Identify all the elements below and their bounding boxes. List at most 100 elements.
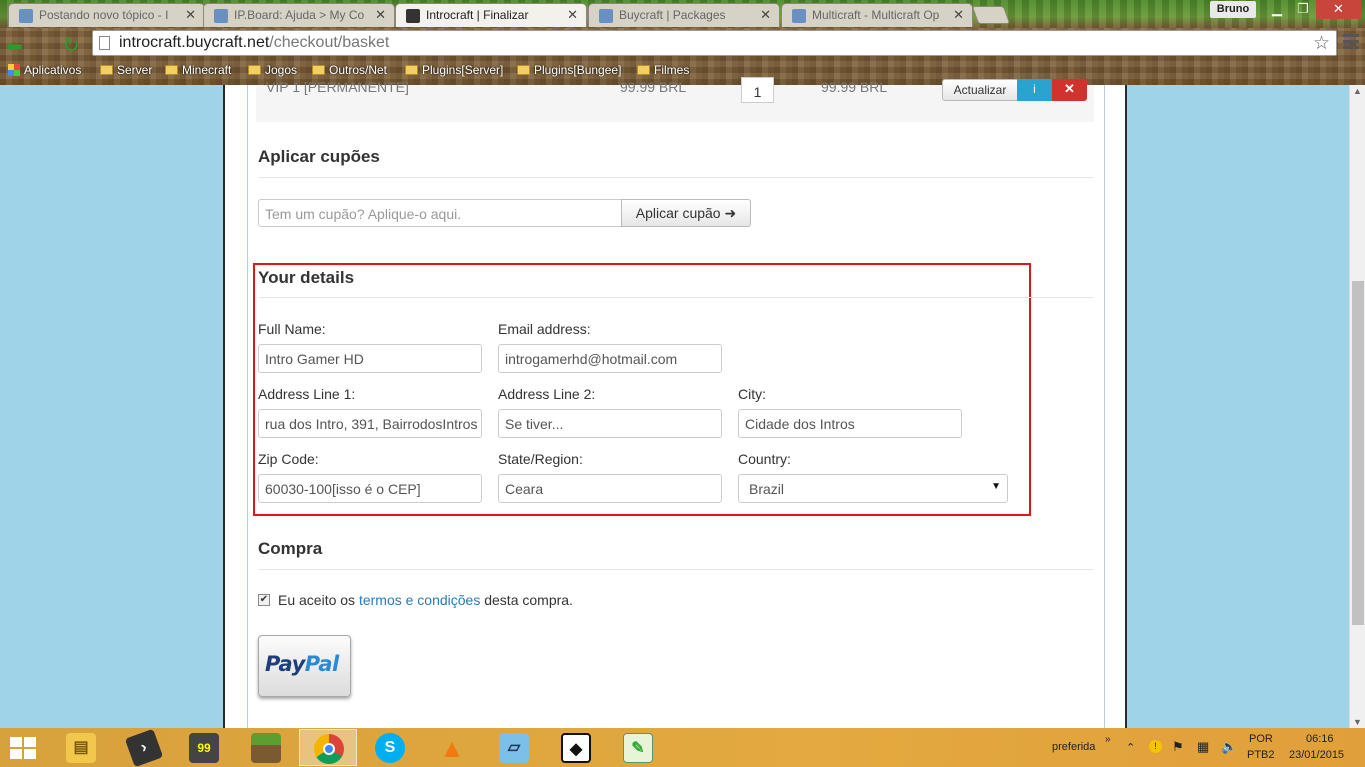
city-label: City: [738, 386, 766, 402]
terms-link[interactable]: termos e condições [359, 592, 480, 608]
remove-icon: ✕ [1064, 81, 1075, 96]
vlc-cone-icon: ▲ [439, 733, 465, 763]
clock-date[interactable]: 23/01/2015 [1289, 749, 1344, 761]
bookmark-plugins-server[interactable]: Plugins[Server] [405, 63, 503, 77]
taskbar-minecraft[interactable] [237, 729, 295, 766]
reload-icon[interactable]: ↻ [63, 33, 80, 58]
taskbar-launcher[interactable]: ◆ [547, 729, 605, 766]
taskbar-skype[interactable]: S [361, 729, 419, 766]
city-input[interactable]: Cidade dos Intros [738, 409, 962, 438]
purchase-title: Compra [258, 539, 323, 558]
tab-title: Postando novo tópico - I [39, 8, 169, 22]
page-scrollbar[interactable]: ▲ ▼ [1349, 85, 1365, 728]
tab-favicon-icon [599, 9, 613, 23]
close-tab-icon[interactable]: ✕ [953, 7, 964, 23]
apps-grid-icon [8, 64, 20, 76]
folder-icon [517, 65, 530, 75]
scrollbar-thumb[interactable] [1352, 281, 1364, 625]
menu-icon[interactable] [1343, 34, 1359, 52]
tab-favicon-icon [19, 9, 33, 23]
bookmark-minecraft[interactable]: Minecraft [165, 63, 231, 77]
update-button[interactable]: Actualizar [942, 79, 1018, 101]
notification-icon[interactable]: ! [1149, 740, 1162, 753]
email-input[interactable]: introgamerhd@hotmail.com [498, 344, 722, 373]
taskbar-notepad[interactable]: ▱ [485, 729, 543, 766]
address-bar[interactable]: introcraft.buycraft.net/checkout/basket … [92, 30, 1337, 56]
language-indicator[interactable]: POR [1249, 733, 1273, 745]
full-name-input[interactable]: Intro Gamer HD [258, 344, 482, 373]
address2-input[interactable]: Se tiver... [498, 409, 722, 438]
remove-button[interactable]: ✕ [1052, 79, 1087, 101]
taskbar-chrome[interactable] [299, 729, 357, 766]
coupon-input[interactable]: Tem um cupão? Aplique-o aqui. [258, 199, 622, 227]
tab-favicon-icon [792, 9, 806, 23]
apply-coupon-button[interactable]: Aplicar cupão ➜ [621, 199, 751, 227]
maximize-icon[interactable]: ❐ [1290, 0, 1316, 19]
back-arrow-icon[interactable]: ⬅ [6, 34, 23, 59]
folder-icon [165, 65, 178, 75]
folder-icon [637, 65, 650, 75]
tab-ipboard[interactable]: IP.Board: Ajuda > My Co ✕ [203, 3, 395, 27]
chrome-icon [314, 734, 344, 764]
skype-icon: S [375, 733, 405, 763]
paypal-button[interactable]: PayPal [258, 635, 351, 697]
keyboard-layout[interactable]: PTB2 [1247, 749, 1275, 761]
url-text: introcraft.buycraft.net/checkout/basket [119, 34, 390, 51]
tab-title: Buycraft | Packages [619, 8, 726, 22]
state-input[interactable]: Ceara [498, 474, 722, 503]
bookmark-server[interactable]: Server [100, 63, 152, 77]
taskbar-notepad-plus[interactable]: ✎ [609, 729, 667, 766]
tab-buycraft[interactable]: Buycraft | Packages ✕ [588, 3, 780, 27]
terminal-icon: › [124, 728, 164, 767]
show-hidden-icons[interactable]: ⌃ [1126, 741, 1135, 754]
close-tab-icon[interactable]: ✕ [760, 7, 771, 23]
page-frame: VIP 1 [PERMANENTE] 99.99 BRL 1 99.99 BRL… [223, 77, 1127, 728]
close-tab-icon[interactable]: ✕ [567, 7, 578, 23]
taskbar-vlc[interactable]: ▲ [423, 729, 481, 766]
full-name-label: Full Name: [258, 321, 326, 337]
windows-start-button[interactable] [10, 737, 36, 759]
volume-icon[interactable]: 🔈 [1221, 739, 1237, 755]
monitor-icon: 99 [189, 733, 219, 763]
minimize-icon[interactable]: ▁ [1264, 0, 1290, 19]
scroll-down-icon[interactable]: ▼ [1353, 717, 1362, 727]
terms-text: Eu aceito os termos e condições desta co… [278, 592, 573, 608]
flag-icon[interactable]: ⚑ [1172, 739, 1184, 755]
taskbar-terminal[interactable]: › [115, 728, 173, 767]
network-icon[interactable]: ▦ [1197, 739, 1209, 755]
country-select[interactable]: Brazil ▼ [738, 474, 1008, 503]
windows-logo-icon [10, 737, 22, 747]
bookmark-outros-net[interactable]: Outros/Net [312, 63, 387, 77]
profile-button[interactable]: Bruno [1210, 1, 1256, 18]
basket-item-name: VIP 1 [PERMANENTE] [266, 79, 409, 95]
scroll-up-icon[interactable]: ▲ [1353, 86, 1362, 96]
tab-title: IP.Board: Ajuda > My Co [234, 8, 365, 22]
bookmark-apps[interactable]: Aplicativos [8, 63, 81, 77]
notepad-plus-icon: ✎ [623, 733, 653, 763]
zip-input[interactable]: 60030-100[isso é o CEP] [258, 474, 482, 503]
bookmark-star-icon[interactable]: ☆ [1313, 32, 1330, 55]
basket-item-total: 99.99 BRL [821, 79, 888, 95]
tab-introcraft[interactable]: Introcraft | Finalizar ✕ [395, 3, 587, 27]
tab-multicraft[interactable]: Multicraft - Multicraft Op ✕ [781, 3, 973, 27]
details-title: Your details [258, 268, 355, 287]
country-value: Brazil [749, 481, 785, 497]
terms-checkbox[interactable]: ✔ [258, 594, 270, 606]
taskbar-monitor[interactable]: 99 [175, 729, 233, 766]
close-window-icon[interactable]: ✕ [1316, 0, 1361, 19]
info-button[interactable]: i [1017, 79, 1052, 101]
launcher-icon: ◆ [561, 733, 591, 763]
tray-expand-icon[interactable]: » [1105, 734, 1111, 745]
bookmark-plugins-bungee[interactable]: Plugins[Bungee] [517, 63, 621, 77]
taskbar-file-explorer[interactable]: ▤ [52, 729, 110, 766]
close-tab-icon[interactable]: ✕ [185, 7, 196, 23]
bookmark-jogos[interactable]: Jogos [248, 63, 297, 77]
address1-input[interactable]: rua dos Intro, 391, BairrodosIntros [258, 409, 482, 438]
clock-time[interactable]: 06:16 [1306, 733, 1334, 745]
new-tab-button[interactable] [971, 6, 1011, 24]
tab-postando[interactable]: Postando novo tópico - I ✕ [8, 3, 205, 27]
divider [258, 177, 1094, 178]
bookmark-filmes[interactable]: Filmes [637, 63, 689, 77]
close-tab-icon[interactable]: ✕ [375, 7, 386, 23]
quantity-input[interactable]: 1 [741, 77, 774, 103]
